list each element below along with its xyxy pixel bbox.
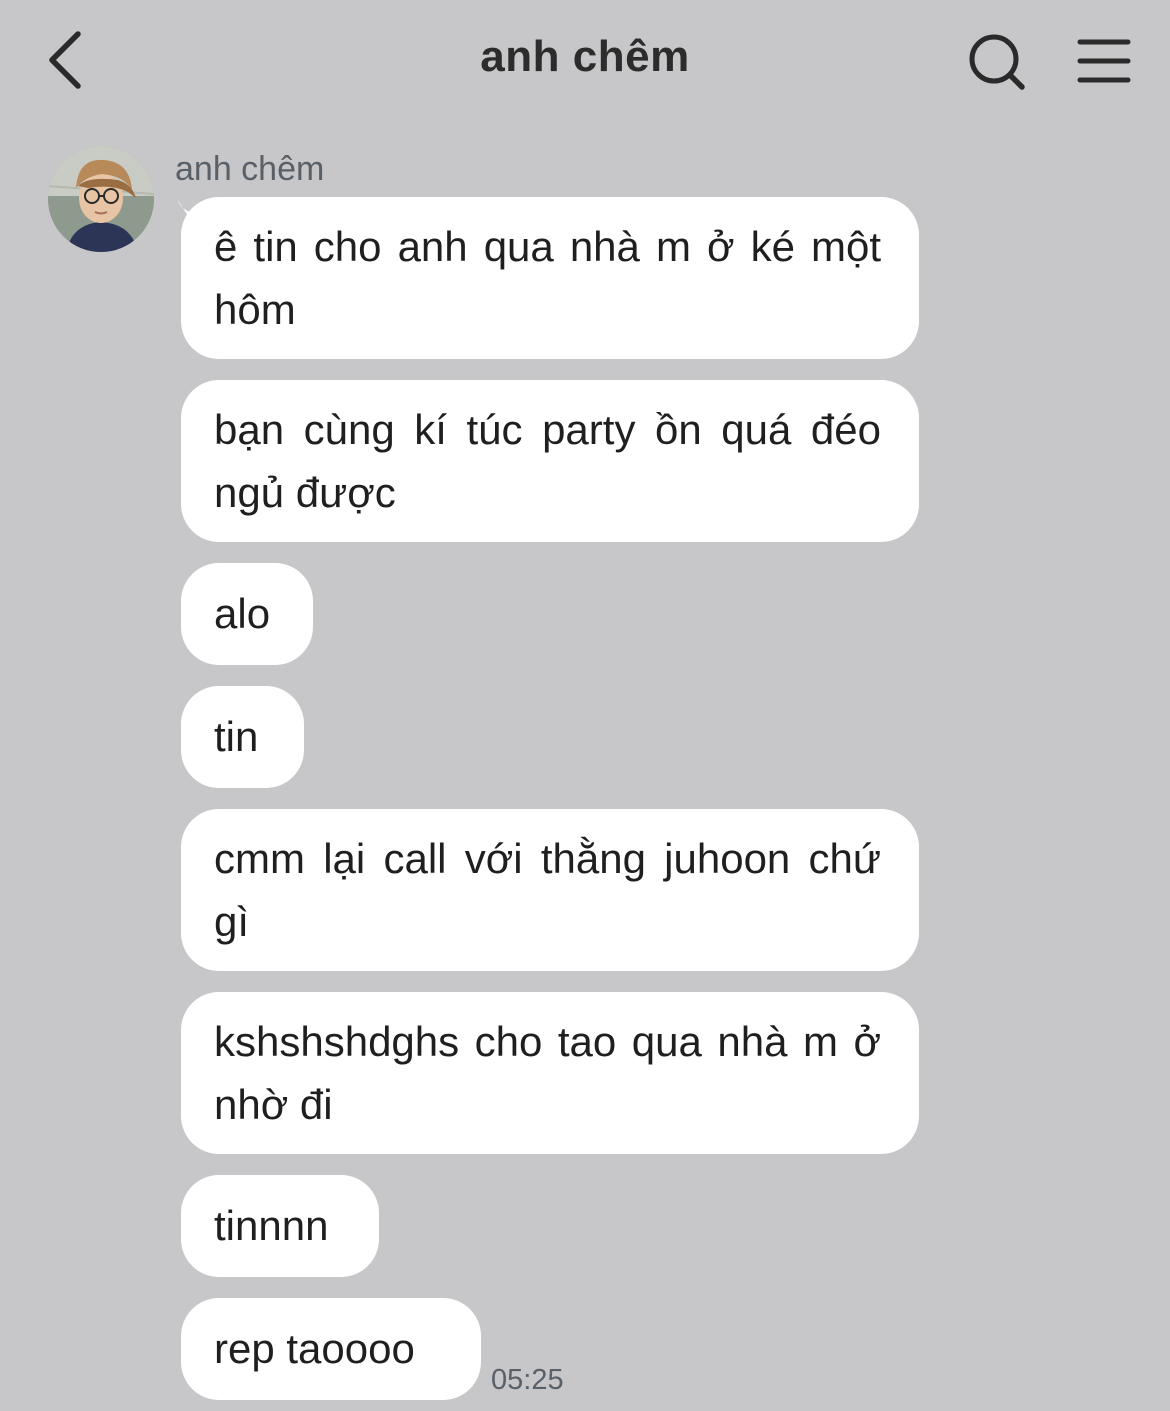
message-bubble[interactable]: cmm lại call với thằng juhoon chứ gì: [181, 809, 919, 971]
message-bubble[interactable]: rep taoooo: [181, 1298, 481, 1400]
message-bubble[interactable]: tin: [181, 686, 304, 788]
message-bubble[interactable]: bạn cùng kí túc party ồn quá đéo ngủ đượ…: [181, 380, 919, 542]
message-bubble[interactable]: tinnnn: [181, 1175, 379, 1277]
message-timestamp: 05:25: [491, 1364, 564, 1396]
avatar[interactable]: [48, 146, 154, 252]
message-bubble[interactable]: ê tin cho anh qua nhà m ở ké một hôm: [181, 197, 919, 359]
message-bubble[interactable]: kshshshdghs cho tao qua nhà m ở nhờ đi: [181, 992, 919, 1154]
search-icon: [969, 34, 1025, 90]
search-button[interactable]: [962, 30, 1030, 94]
menu-button[interactable]: [1072, 34, 1136, 90]
hamburger-menu-icon: [1077, 39, 1131, 83]
sender-name: anh chêm: [175, 150, 325, 188]
avatar-photo: [48, 146, 154, 252]
chat-header: anh chêm: [0, 0, 1170, 120]
message-bubble[interactable]: alo: [181, 563, 313, 665]
